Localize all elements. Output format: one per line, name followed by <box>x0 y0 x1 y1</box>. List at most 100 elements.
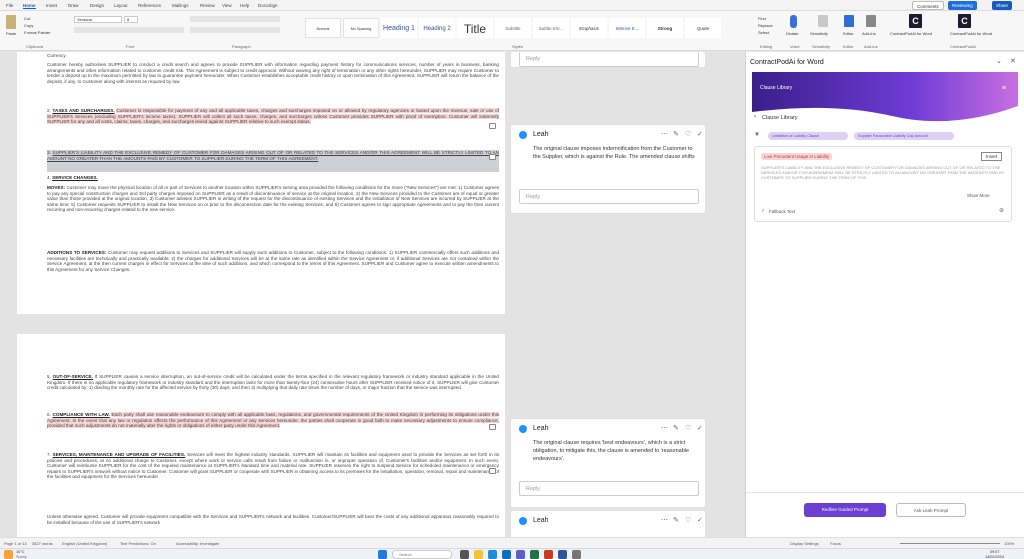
editor-icon[interactable] <box>844 15 854 27</box>
tab-file[interactable]: File <box>6 3 13 8</box>
resolve-icon[interactable]: ✓ <box>697 130 703 138</box>
reply-input[interactable]: Reply <box>519 481 699 496</box>
filter-chip[interactable]: Supplier Favourable Liability Cap Amount <box>854 132 954 140</box>
font-size-select[interactable]: 8 <box>124 16 138 23</box>
share-button[interactable]: Share <box>992 1 1013 10</box>
style-intense-emphasis[interactable]: Intense E... <box>609 18 645 38</box>
clause-card[interactable]: Low Precedent Usage in Liability Insert … <box>754 146 1012 222</box>
style-normal[interactable]: Normal <box>305 18 341 38</box>
comment-marker-icon[interactable] <box>489 154 496 160</box>
editing-mode-button[interactable]: Reviewing <box>948 1 977 10</box>
close-icon[interactable]: ✕ <box>1010 57 1016 65</box>
add-ins-icon[interactable] <box>866 15 876 27</box>
outlook-icon[interactable] <box>502 550 511 559</box>
like-icon[interactable]: ♡ <box>685 516 691 524</box>
task-view-icon[interactable] <box>460 550 469 559</box>
style-quote[interactable]: Quote <box>685 18 721 38</box>
tab-insert[interactable]: Insert <box>46 3 57 8</box>
insert-button[interactable]: Insert <box>981 152 1003 161</box>
paste-icon[interactable] <box>6 15 16 29</box>
excel-icon[interactable] <box>530 550 539 559</box>
style-title[interactable]: Title <box>457 18 493 38</box>
paragraph-liability[interactable]: 3. SUPPLIER'S LIABILITY AND THE EXCLUSIV… <box>47 150 499 172</box>
contractpodai-icon-2[interactable]: C <box>958 14 971 28</box>
teams-icon[interactable] <box>516 550 525 559</box>
comment-card[interactable]: Leah ⋯ ✎ ♡ ✓ The original clause imposes… <box>510 124 706 214</box>
microphone-icon[interactable] <box>790 15 797 28</box>
tab-review[interactable]: Review <box>200 3 215 8</box>
zoom-slider[interactable] <box>900 543 1000 544</box>
file-explorer-icon[interactable] <box>474 550 483 559</box>
resolve-icon[interactable]: ✓ <box>697 424 703 432</box>
reply-input[interactable]: Reply <box>519 189 699 204</box>
replace-button[interactable]: Replace <box>758 23 773 28</box>
clock-date[interactable]: 14/02/2024 <box>985 555 1004 559</box>
reply-input[interactable]: Reply <box>519 52 699 67</box>
tab-draw[interactable]: Draw <box>68 3 79 8</box>
clause-library-tab[interactable]: Clause Library <box>760 85 792 91</box>
word-count[interactable]: 3827 words <box>32 541 53 546</box>
paragraph-align-buttons[interactable] <box>190 27 280 33</box>
edit-icon[interactable]: ✎ <box>673 424 679 432</box>
clock-time[interactable]: 09:57 <box>990 550 1000 554</box>
page-count[interactable]: Page 1 of 14 <box>4 541 27 546</box>
style-strong[interactable]: Strong <box>647 18 683 38</box>
more-options-icon[interactable]: ⋯ <box>661 424 668 432</box>
edge-icon[interactable] <box>488 550 497 559</box>
comment-marker-icon[interactable] <box>489 123 496 129</box>
more-options-icon[interactable]: ⋯ <box>661 130 668 138</box>
tab-docusign[interactable]: DocuSign <box>258 3 278 8</box>
font-format-buttons[interactable] <box>74 27 184 33</box>
contractpodai-icon[interactable]: C <box>909 14 922 28</box>
taskbar-search[interactable]: Search <box>392 550 452 559</box>
style-subtitle[interactable]: Subtitle <box>495 18 531 38</box>
weather-icon[interactable] <box>4 550 13 559</box>
like-icon[interactable]: ♡ <box>685 424 691 432</box>
word-icon[interactable] <box>558 550 567 559</box>
tab-references[interactable]: References <box>138 3 161 8</box>
format-painter-button[interactable]: Format Painter <box>24 30 50 35</box>
zoom-level[interactable]: 100% <box>1004 541 1014 546</box>
text-predictions-status[interactable]: Text Predictions: On <box>120 541 156 546</box>
find-button[interactable]: Find <box>758 16 766 21</box>
edit-icon[interactable]: ✎ <box>673 130 679 138</box>
comment-card[interactable]: Leah ⋯ ✎ ♡ ✓ The original clause require… <box>510 418 706 508</box>
more-options-icon[interactable]: ⋯ <box>661 516 668 524</box>
fallback-text-label[interactable]: Fallback Text <box>769 209 795 214</box>
filter-icon[interactable]: ▼ <box>754 132 760 138</box>
menu-icon[interactable]: ≡ <box>1002 85 1006 92</box>
settings-icon[interactable] <box>572 550 581 559</box>
accessibility-status[interactable]: Accessibility: Investigate <box>176 541 219 546</box>
style-heading-1[interactable]: Heading 1 <box>381 18 417 38</box>
redline-guided-prompt-button[interactable]: Redline Guided Prompt <box>804 503 886 517</box>
filter-chip[interactable]: Limitation of Liability Clause <box>768 132 848 140</box>
document-page-1[interactable]: Currency. Customer hereby authorises SUP… <box>17 52 505 314</box>
select-button[interactable]: Select <box>758 30 769 35</box>
show-more-link[interactable]: Show More <box>967 193 990 198</box>
document-page-2[interactable]: 5. OUT-OF-SERVICE. If SUPPLIER causes a … <box>17 334 505 549</box>
powerpoint-icon[interactable] <box>544 550 553 559</box>
tab-home[interactable]: Home <box>23 3 36 9</box>
breadcrumb-clause-library[interactable]: Clause Library <box>762 115 797 121</box>
comments-button[interactable]: Comments <box>912 1 944 10</box>
back-arrow-icon[interactable]: ‹ <box>754 114 756 120</box>
paragraph-list-buttons[interactable] <box>190 16 280 22</box>
tab-view[interactable]: View <box>222 3 232 8</box>
focus-button[interactable]: Focus <box>830 541 841 546</box>
language-status[interactable]: English (United Kingdom) <box>62 541 107 546</box>
add-icon[interactable]: ⊕ <box>999 207 1004 214</box>
sensitivity-icon[interactable] <box>818 15 828 27</box>
style-no-spacing[interactable]: No Spacing <box>343 18 379 38</box>
start-icon[interactable] <box>378 550 387 559</box>
comment-marker-icon[interactable] <box>489 424 496 430</box>
display-settings-button[interactable]: Display Settings <box>790 541 819 546</box>
style-subtle-emphasis[interactable]: Subtle Em... <box>533 18 569 38</box>
font-name-select[interactable]: Verdana <box>74 16 122 23</box>
contractpodai-button-2[interactable]: ContractPodAi for Word <box>950 31 992 36</box>
contractpodai-button-1[interactable]: ContractPodAi for Word <box>890 31 932 36</box>
ask-leah-prompt-button[interactable]: Ask Leah Prompt <box>896 503 966 517</box>
chevron-down-icon[interactable]: ⌄ <box>996 57 1002 65</box>
like-icon[interactable]: ♡ <box>685 130 691 138</box>
tab-layout[interactable]: Layout <box>114 3 128 8</box>
tab-design[interactable]: Design <box>90 3 104 8</box>
